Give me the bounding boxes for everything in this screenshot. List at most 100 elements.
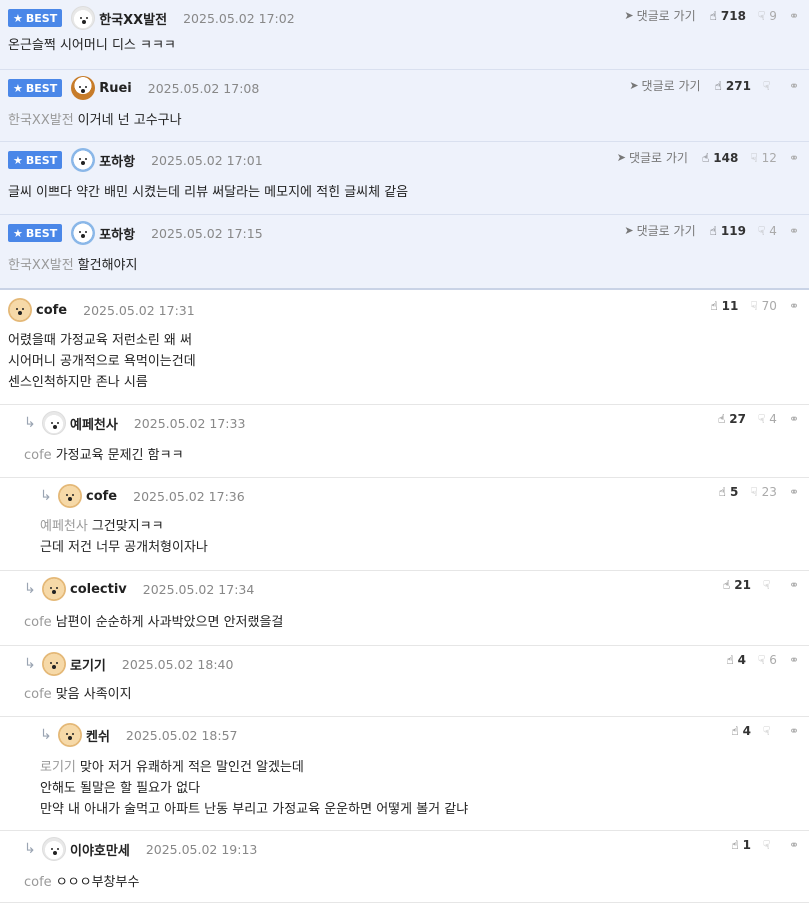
avatar[interactable] <box>8 298 32 322</box>
author-nickname[interactable]: colectiv <box>70 582 127 597</box>
author-nickname[interactable]: cofe <box>86 489 117 504</box>
comment-header: ↳ 로기기 2025.05.02 18:40 <box>24 652 809 676</box>
share-link-icon[interactable]: ⚭ <box>789 79 799 93</box>
like-button[interactable]: ☝ 4 <box>726 653 746 667</box>
like-button[interactable]: ☝ 5 <box>719 485 739 499</box>
avatar[interactable] <box>42 837 66 861</box>
best-label: BEST <box>25 81 58 95</box>
comment-actions: ☝ 4 ☟ ⚭ <box>731 724 799 738</box>
comment-line: 어렸을때 가정교육 저런소린 왜 써 <box>8 330 797 351</box>
author-nickname[interactable]: 한국XX발전 <box>99 9 167 28</box>
thumbs-down-icon: ☟ <box>762 78 771 93</box>
author-nickname[interactable]: 로기기 <box>70 655 106 674</box>
comment-date: 2025.05.02 17:08 <box>147 80 260 96</box>
author-nickname[interactable]: 포하항 <box>99 151 135 170</box>
comment-actions: ☝ 4 ☟ 6 ⚭ <box>726 653 799 667</box>
avatar[interactable] <box>71 148 96 172</box>
avatar[interactable] <box>71 76 96 100</box>
dislike-button[interactable]: ☟ <box>763 79 777 93</box>
share-link-icon[interactable]: ⚭ <box>789 724 799 738</box>
avatar[interactable] <box>58 723 82 747</box>
author-nickname[interactable]: 포하항 <box>99 224 135 243</box>
like-button[interactable]: ☝ 21 <box>723 578 751 592</box>
mention-name[interactable]: cofe <box>24 687 52 702</box>
like-button[interactable]: ☝ 271 <box>715 79 751 93</box>
mention-name[interactable]: 예페천사 <box>40 519 88 534</box>
dislike-button[interactable]: ☟ <box>763 838 777 852</box>
comment-text: 할건해야지 <box>77 258 138 273</box>
comment-text: 어렸을때 가정교육 저런소린 왜 써 <box>8 333 192 348</box>
goto-comment-link[interactable]: ➤ 댓글로 가기 <box>624 7 695 24</box>
dislike-button[interactable]: ☟ <box>763 578 777 592</box>
dislike-count: 4 <box>769 223 777 238</box>
like-button[interactable]: ☝ 11 <box>710 299 738 313</box>
comment-header: ↳ 이야호만세 2025.05.02 19:13 <box>24 837 809 861</box>
avatar[interactable] <box>42 411 66 435</box>
avatar[interactable] <box>42 577 66 601</box>
like-button[interactable]: ☝ 27 <box>718 412 746 426</box>
dislike-button[interactable]: ☟ 4 <box>758 412 777 426</box>
author-nickname[interactable]: 예페천사 <box>70 414 118 433</box>
like-button[interactable]: ☝ 1 <box>731 838 751 852</box>
comment-text: 센스인척하지만 존나 시름 <box>8 375 148 390</box>
like-count: 5 <box>729 485 739 499</box>
mention-name[interactable]: cofe <box>24 615 52 630</box>
dislike-count: 4 <box>769 412 777 426</box>
comment-header: ↳ colectiv 2025.05.02 17:34 <box>24 577 809 601</box>
dislike-button[interactable]: ☟ <box>763 724 777 738</box>
comment-date: 2025.05.02 18:57 <box>125 727 238 743</box>
comment-body: 글씨 이쁘다 약간 배민 시켰는데 리뷰 써달라는 메모지에 적힌 글씨체 같음 <box>8 182 797 203</box>
like-button[interactable]: ☝ 148 <box>702 151 738 165</box>
dislike-button[interactable]: ☟ 6 <box>758 653 777 667</box>
share-link-icon[interactable]: ⚭ <box>789 578 799 592</box>
thumbs-down-icon: ☟ <box>757 653 766 667</box>
share-link-icon[interactable]: ⚭ <box>789 838 799 852</box>
goto-comment-link[interactable]: ➤ 댓글로 가기 <box>617 149 688 166</box>
share-link-icon[interactable]: ⚭ <box>789 412 799 426</box>
author-nickname[interactable]: Ruei <box>99 81 132 96</box>
best-comment: ★ BEST Ruei 2025.05.02 17:08 ➤ 댓글로 가기 ☝ 271 ☟ ⚭ 한국… <box>0 70 809 142</box>
author-nickname[interactable]: 켄쉬 <box>86 726 110 745</box>
comment-date: 2025.05.02 17:15 <box>151 225 263 241</box>
dislike-button[interactable]: ☟ 70 <box>750 299 777 313</box>
mention-name[interactable]: 한국XX발전 <box>8 113 74 128</box>
comment-actions: ➤ 댓글로 가기 ☝ 718 ☟ 9 ⚭ <box>624 7 799 24</box>
like-button[interactable]: ☝ 718 <box>710 9 746 23</box>
share-link-icon[interactable]: ⚭ <box>789 9 799 23</box>
share-link-icon[interactable]: ⚭ <box>789 485 799 499</box>
mention-name[interactable]: cofe <box>24 875 52 890</box>
star-icon: ★ <box>13 153 23 167</box>
dislike-button[interactable]: ☟ 12 <box>750 151 777 165</box>
like-button[interactable]: ☝ 4 <box>731 724 751 738</box>
mention-name[interactable]: 한국XX발전 <box>8 258 74 273</box>
share-link-icon[interactable]: ⚭ <box>789 653 799 667</box>
dislike-button[interactable]: ☟ 23 <box>750 485 777 499</box>
goto-comment-label: 댓글로 가기 <box>636 9 696 23</box>
dislike-count: 9 <box>769 8 777 23</box>
mention-name[interactable]: 로기기 <box>40 760 76 775</box>
avatar[interactable] <box>71 221 96 245</box>
goto-comment-link[interactable]: ➤ 댓글로 가기 <box>629 77 700 94</box>
comment-list: ★ BEST 한국XX발전 2025.05.02 17:02 ➤ 댓글로 가기 ☝ 718 ☟ 9… <box>0 0 809 903</box>
dislike-button[interactable]: ☟ 4 <box>758 224 777 238</box>
like-count: 11 <box>721 299 739 313</box>
author-nickname[interactable]: cofe <box>36 303 67 318</box>
dislike-count: 6 <box>769 653 777 667</box>
mention-name[interactable]: cofe <box>24 448 52 463</box>
avatar[interactable] <box>58 484 82 508</box>
comment-text: 온근슬쩍 시어머니 디스 ㅋㅋㅋ <box>8 38 176 53</box>
dislike-button[interactable]: ☟ 9 <box>758 9 777 23</box>
avatar[interactable] <box>71 6 96 30</box>
comment-actions: ☝ 11 ☟ 70 ⚭ <box>710 299 799 313</box>
reply-comment: ↳ 로기기 2025.05.02 18:40 ☝ 4 ☟ 6 ⚭ cofe 맞음 사족이지 <box>0 646 809 717</box>
share-link-icon[interactable]: ⚭ <box>789 151 799 165</box>
comment-header: ↳ 켄쉬 2025.05.02 18:57 <box>40 723 809 747</box>
avatar[interactable] <box>42 652 66 676</box>
navigate-icon: ➤ <box>616 151 626 164</box>
author-nickname[interactable]: 이야호만세 <box>70 840 130 859</box>
like-button[interactable]: ☝ 119 <box>710 224 746 238</box>
comment-body: 로기기 맞아 저거 유쾌하게 적은 말인건 알겠는데 안해도 될말은 할 필요가 없… <box>40 757 797 820</box>
share-link-icon[interactable]: ⚭ <box>789 224 799 238</box>
share-link-icon[interactable]: ⚭ <box>789 299 799 313</box>
goto-comment-link[interactable]: ➤ 댓글로 가기 <box>624 222 695 239</box>
